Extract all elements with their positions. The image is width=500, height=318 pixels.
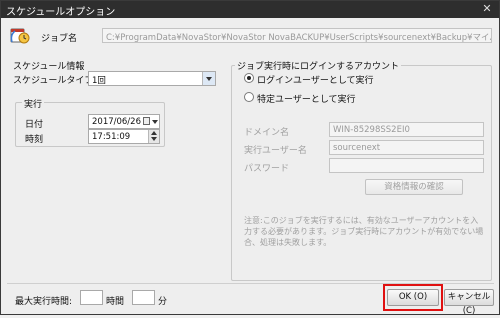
domain-label: ドメイン名 xyxy=(244,128,290,138)
calendar-icon[interactable] xyxy=(143,117,150,125)
time-value: 17:51:09 xyxy=(92,132,131,142)
schedule-type-label: スケジュールタイプ xyxy=(13,76,94,86)
title-bar: スケジュールオプション ✕ xyxy=(1,1,499,18)
run-user-label: 実行ユーザー名 xyxy=(244,146,307,156)
password-field[interactable] xyxy=(329,158,484,173)
chevron-down-icon[interactable] xyxy=(202,72,215,85)
schedule-type-value: 1回 xyxy=(92,76,106,86)
job-path-field: C:¥ProgramData¥NovaStor¥NovaStor NovaBAC… xyxy=(102,28,492,43)
date-value: 2017/06/26 xyxy=(92,117,141,127)
radio-logged-in-label[interactable]: ログインユーザーとして実行 xyxy=(257,73,374,86)
minutes-unit-label: 分 xyxy=(158,297,168,307)
cancel-button[interactable]: キャンセル (C) xyxy=(444,289,494,316)
close-icon[interactable]: ✕ xyxy=(479,2,495,16)
verify-credentials-button[interactable]: 資格情報の確認 xyxy=(365,179,463,195)
account-note: 注意:このジョブを実行するには、有効なユーザーアカウントを入力する必要があります… xyxy=(244,216,484,247)
chevron-down-icon[interactable] xyxy=(152,120,158,124)
spinner-icon[interactable] xyxy=(148,130,159,143)
password-label: パスワード xyxy=(244,164,290,174)
date-label: 日付 xyxy=(25,120,44,130)
max-run-time-label: 最大実行時間: xyxy=(15,297,73,307)
job-name-label: ジョブ名 xyxy=(41,34,78,44)
radio-logged-in-user[interactable] xyxy=(244,73,254,83)
date-picker[interactable]: 2017/06/26 xyxy=(88,114,160,129)
max-hours-field[interactable] xyxy=(80,290,103,305)
time-spinner[interactable]: 17:51:09 xyxy=(88,129,160,144)
time-label: 時刻 xyxy=(25,135,44,145)
ok-button[interactable]: OK (O) xyxy=(387,289,439,306)
schedule-type-select[interactable]: 1回 xyxy=(88,71,216,86)
radio-specific-label[interactable]: 特定ユーザーとして実行 xyxy=(257,92,356,105)
hours-unit-label: 時間 xyxy=(106,297,125,307)
max-minutes-field[interactable] xyxy=(132,290,155,305)
window-title: スケジュールオプション xyxy=(6,7,116,18)
radio-specific-user[interactable] xyxy=(244,92,254,102)
schedule-info-heading: スケジュール情報 xyxy=(13,62,85,72)
run-group-title: 実行 xyxy=(22,97,45,110)
schedule-job-icon xyxy=(10,28,30,44)
domain-field[interactable]: WIN-85298SS2EI0 xyxy=(329,122,484,137)
login-account-heading: ジョブ実行時にログインするアカウント xyxy=(235,59,402,72)
run-user-field[interactable]: sourcenext xyxy=(329,140,484,155)
schedule-options-dialog: スケジュールオプション ✕ ジョブ名 C:¥ProgramData¥NovaSt… xyxy=(0,0,500,316)
